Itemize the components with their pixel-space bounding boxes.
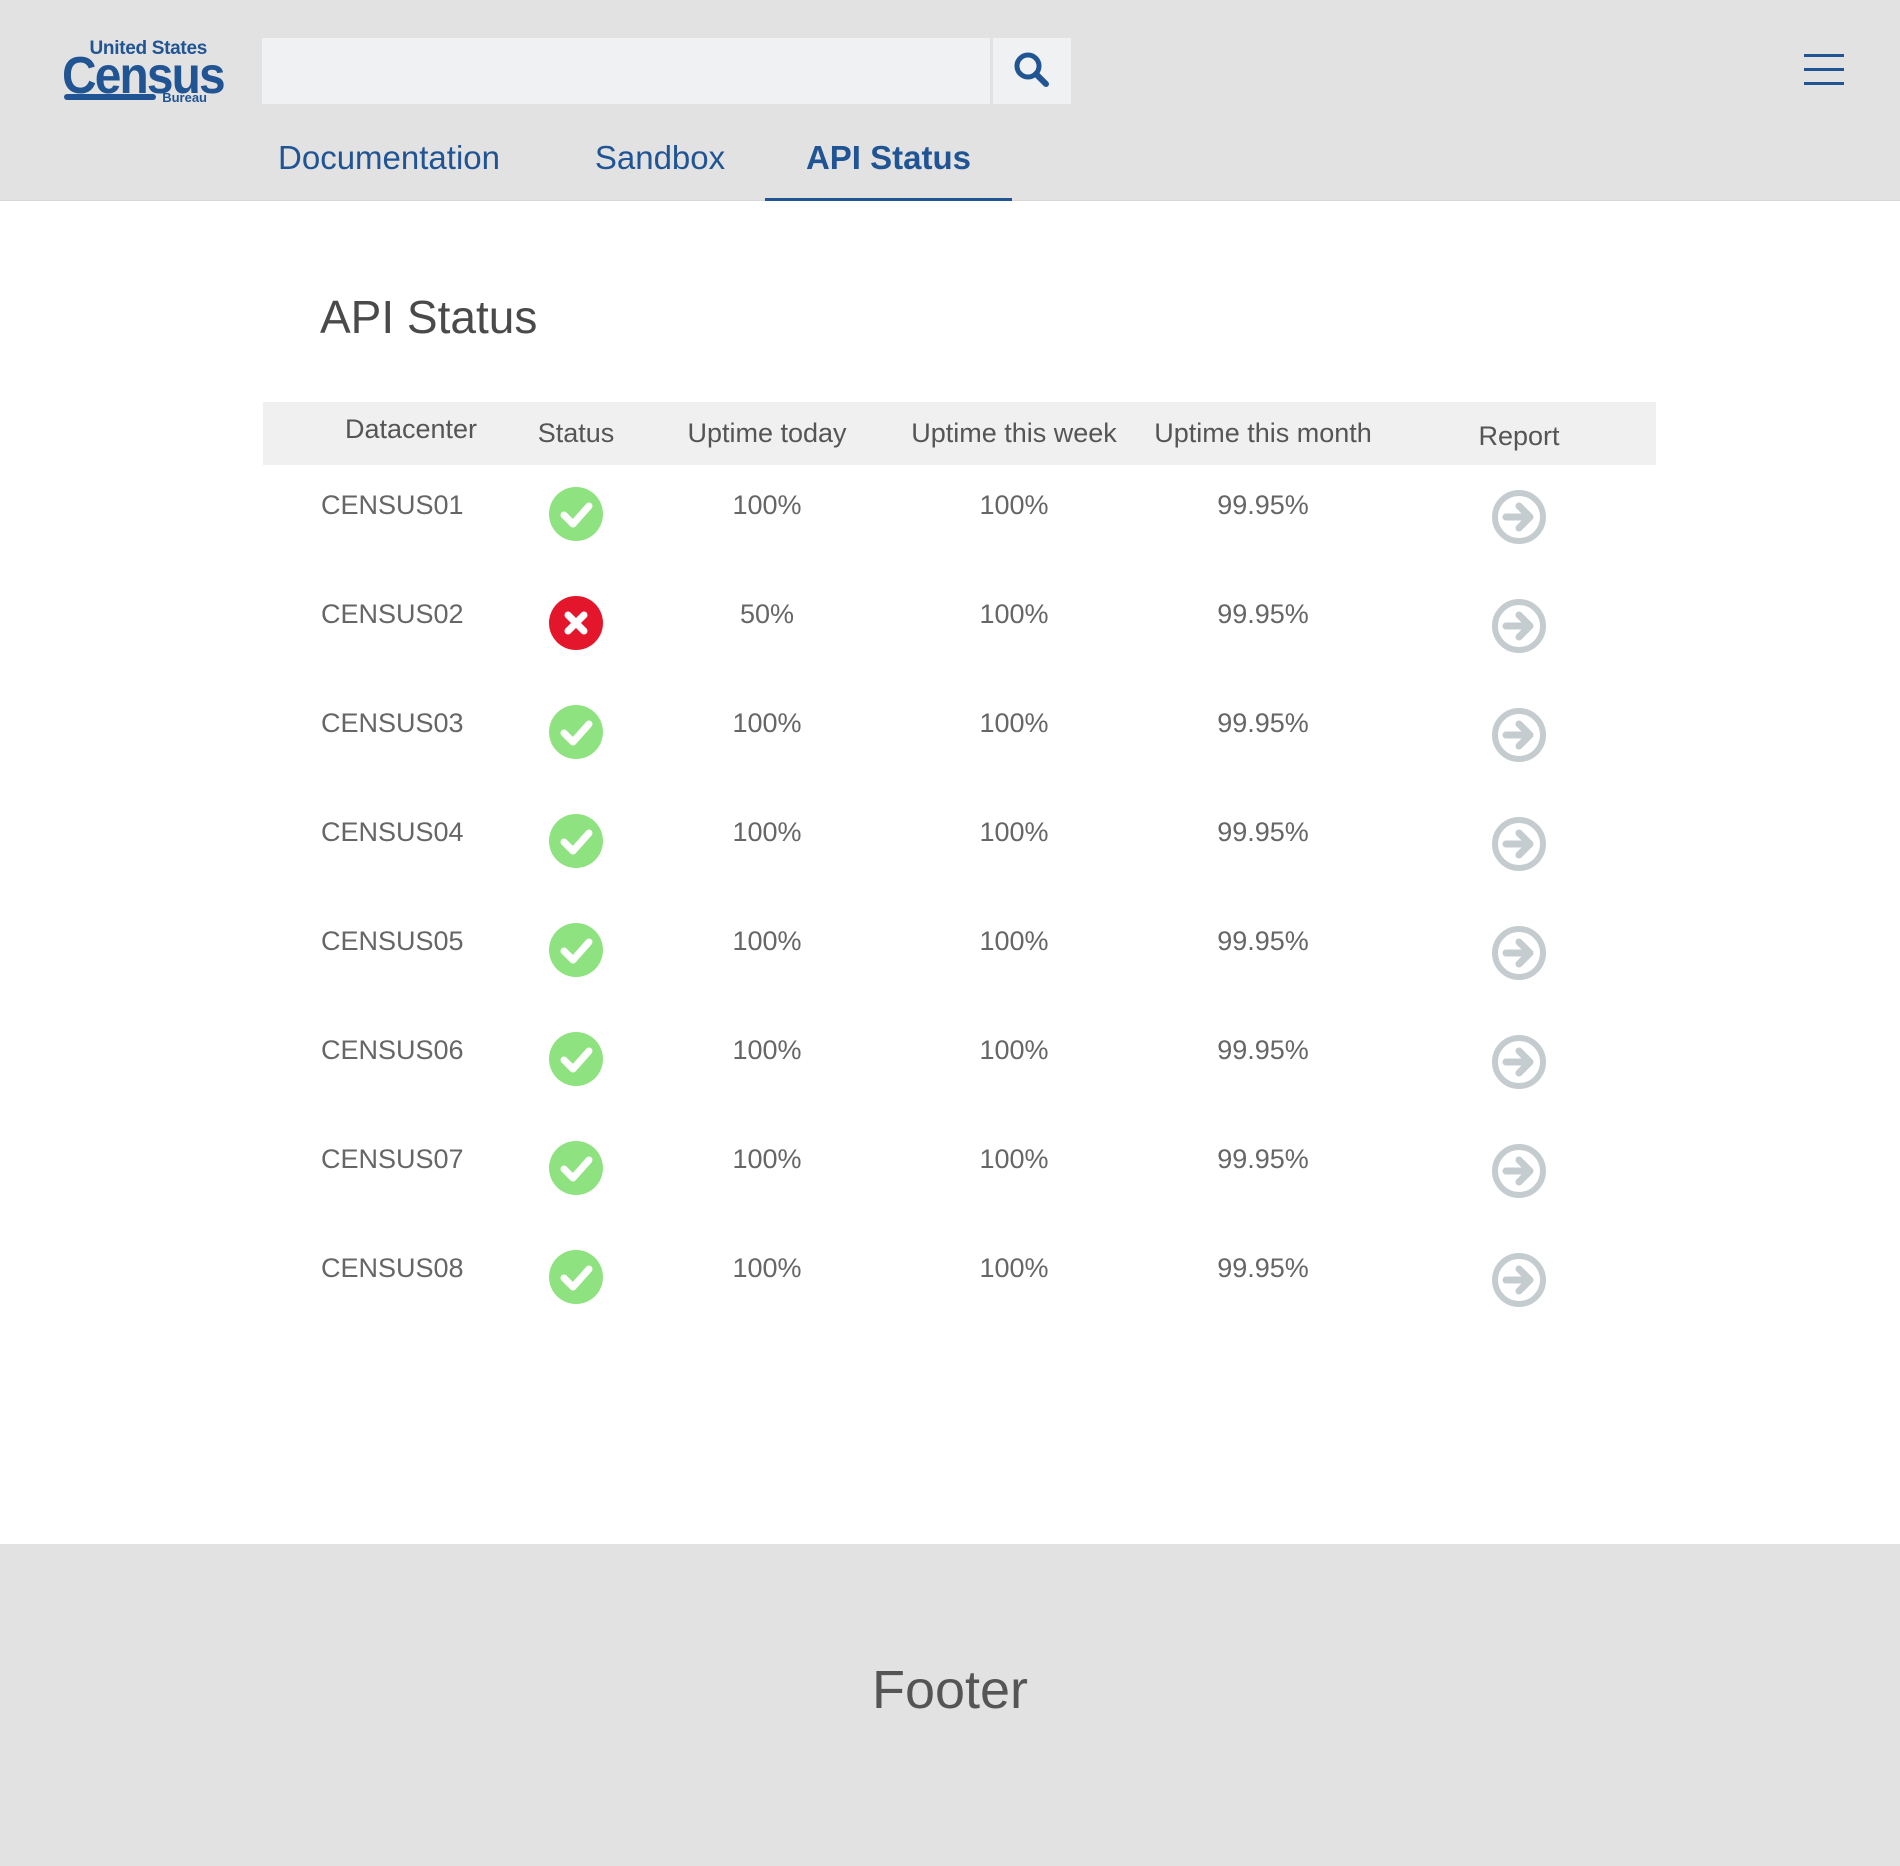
datacenter-name: CENSUS04	[321, 817, 464, 847]
search-button[interactable]	[993, 38, 1071, 104]
uptime-month: 99.95%	[1217, 599, 1309, 629]
datacenter-name: CENSUS03	[321, 708, 464, 738]
uptime-week: 100%	[979, 1035, 1049, 1065]
site-footer: Footer	[0, 1544, 1900, 1866]
check-circle-icon	[549, 1250, 603, 1304]
hamburger-menu-icon[interactable]	[1800, 50, 1848, 90]
site-header: United States Census Bureau Documentatio…	[0, 0, 1900, 201]
column-header-datacenter: Datacenter	[344, 414, 478, 444]
page-title: API Status	[320, 291, 538, 343]
table-row: CENSUS08 100% 100% 99.95%	[263, 1228, 1656, 1337]
check-circle-icon	[549, 1032, 603, 1086]
datacenter-name: CENSUS01	[321, 490, 464, 520]
footer-text: Footer	[871, 1660, 1029, 1720]
table-body: CENSUS01 100% 100% 99.95% CENSUS02 50% 100% 99.…	[263, 465, 1656, 1337]
uptime-today: 100%	[732, 1253, 802, 1283]
uptime-month: 99.95%	[1217, 708, 1309, 738]
search-input[interactable]	[262, 38, 990, 104]
check-circle-icon	[549, 487, 603, 541]
uptime-month: 99.95%	[1217, 817, 1309, 847]
uptime-week: 100%	[979, 926, 1049, 956]
search-icon	[1012, 50, 1052, 93]
table-header: Datacenter Status Uptime today Uptime th…	[263, 402, 1656, 465]
arrow-right-circle-icon[interactable]	[1492, 926, 1546, 980]
uptime-month: 99.95%	[1217, 926, 1309, 956]
datacenter-name: CENSUS06	[321, 1035, 464, 1065]
datacenter-name: CENSUS05	[321, 926, 464, 956]
uptime-week: 100%	[979, 599, 1049, 629]
column-header-uptime-today: Uptime today	[687, 418, 847, 448]
uptime-today: 100%	[732, 817, 802, 847]
census-logo[interactable]: United States Census Bureau	[60, 38, 226, 108]
tab-api-status[interactable]: API Status	[765, 130, 1012, 201]
uptime-month: 99.95%	[1217, 1253, 1309, 1283]
uptime-today: 100%	[732, 490, 802, 520]
tab-sandbox[interactable]: Sandbox	[590, 130, 730, 201]
table-row: CENSUS07 100% 100% 99.95%	[263, 1119, 1656, 1228]
arrow-right-circle-icon[interactable]	[1492, 708, 1546, 762]
uptime-week: 100%	[979, 708, 1049, 738]
tab-documentation[interactable]: Documentation	[274, 130, 504, 201]
uptime-today: 100%	[732, 1035, 802, 1065]
uptime-today: 100%	[732, 708, 802, 738]
arrow-right-circle-icon[interactable]	[1492, 1144, 1546, 1198]
uptime-week: 100%	[979, 490, 1049, 520]
main-nav: Documentation Sandbox API Status	[0, 130, 1100, 201]
table-row: CENSUS02 50% 100% 99.95%	[263, 574, 1656, 683]
table-row: CENSUS04 100% 100% 99.95%	[263, 792, 1656, 901]
uptime-month: 99.95%	[1217, 1035, 1309, 1065]
uptime-today: 100%	[732, 1144, 802, 1174]
check-circle-icon	[549, 1141, 603, 1195]
uptime-month: 99.95%	[1217, 1144, 1309, 1174]
check-circle-icon	[549, 814, 603, 868]
logo-bottom-text: Bureau	[162, 90, 207, 105]
uptime-week: 100%	[979, 1253, 1049, 1283]
datacenter-name: CENSUS07	[321, 1144, 464, 1174]
table-row: CENSUS06 100% 100% 99.95%	[263, 1010, 1656, 1119]
arrow-right-circle-icon[interactable]	[1492, 817, 1546, 871]
uptime-week: 100%	[979, 1144, 1049, 1174]
uptime-today: 100%	[732, 926, 802, 956]
table-row: CENSUS03 100% 100% 99.95%	[263, 683, 1656, 792]
table-row: CENSUS05 100% 100% 99.95%	[263, 901, 1656, 1010]
column-header-uptime-month: Uptime this month	[1154, 418, 1372, 448]
column-header-report: Report	[1478, 421, 1560, 451]
check-circle-icon	[549, 705, 603, 759]
column-header-status: Status	[537, 418, 615, 448]
status-table: Datacenter Status Uptime today Uptime th…	[263, 402, 1656, 1337]
datacenter-name: CENSUS02	[321, 599, 464, 629]
datacenter-name: CENSUS08	[321, 1253, 464, 1283]
uptime-week: 100%	[979, 817, 1049, 847]
arrow-right-circle-icon[interactable]	[1492, 1253, 1546, 1307]
uptime-month: 99.95%	[1217, 490, 1309, 520]
arrow-right-circle-icon[interactable]	[1492, 490, 1546, 544]
logo-underline	[64, 94, 156, 100]
check-circle-icon	[549, 923, 603, 977]
arrow-right-circle-icon[interactable]	[1492, 1035, 1546, 1089]
arrow-right-circle-icon[interactable]	[1492, 599, 1546, 653]
x-circle-icon	[549, 596, 603, 650]
table-row: CENSUS01 100% 100% 99.95%	[263, 465, 1656, 574]
column-header-uptime-week: Uptime this week	[911, 418, 1117, 448]
uptime-today: 50%	[739, 599, 795, 629]
